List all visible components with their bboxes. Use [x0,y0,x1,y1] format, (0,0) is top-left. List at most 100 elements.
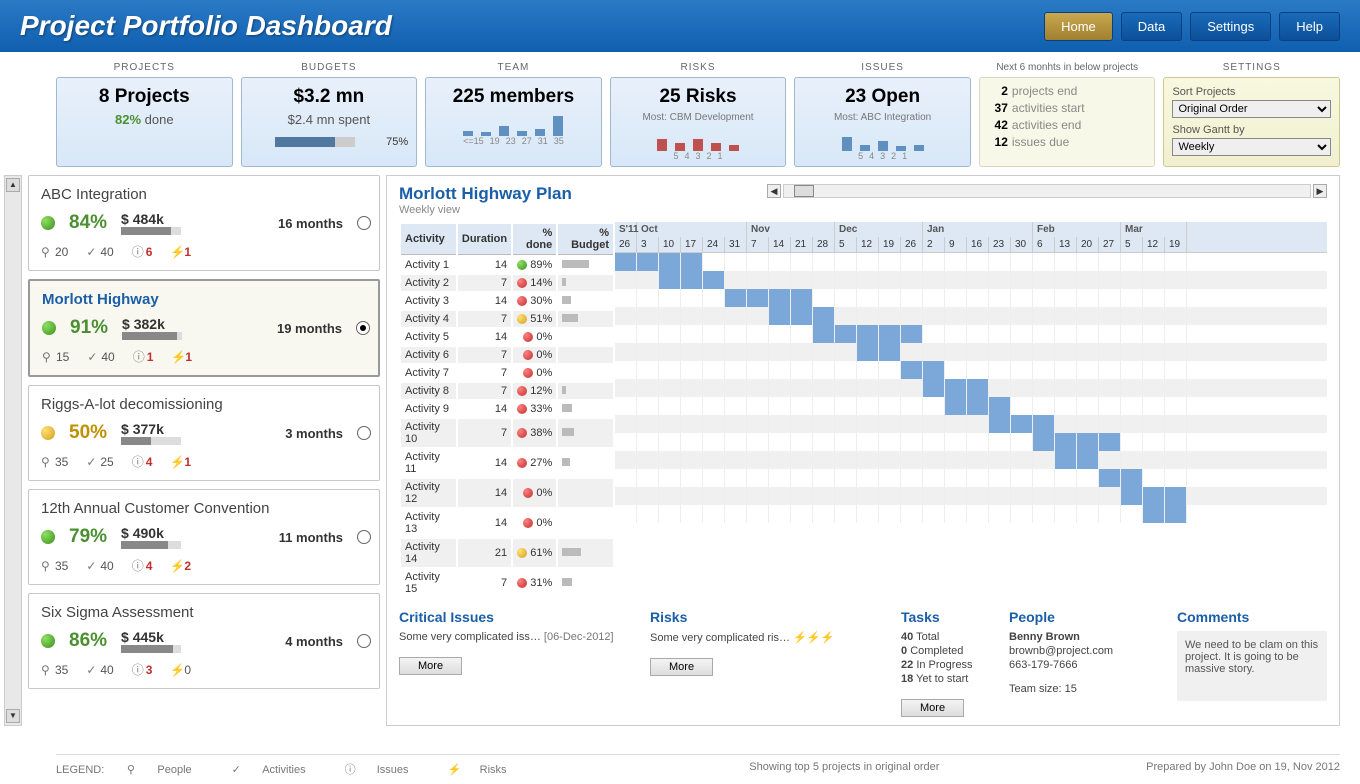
activity-row: Activity 1314 0% [401,509,613,537]
acts-stat: ✓40 [86,243,113,260]
activity-row: Activity 107 38% [401,419,613,447]
risks-chart [619,127,778,151]
project-card[interactable]: ABC Integration 84% $ 484k 16 months ⚲20… [28,175,380,271]
timeline-slider[interactable]: ◀ ▶ [767,184,1327,198]
budget-bar [121,645,181,653]
project-name: ABC Integration [41,186,367,203]
person-icon: ⚲ [125,763,136,776]
gantt-row [615,505,1327,523]
gantt-row [615,451,1327,469]
nav-data[interactable]: Data [1121,12,1182,41]
footer-center: Showing top 5 projects in original order [749,761,939,777]
team-label: TEAM [425,62,602,73]
activity-row: Activity 157 31% [401,569,613,597]
acts-stat: ✓40 [87,348,114,365]
project-budget: $ 484k [121,211,181,227]
project-card[interactable]: Morlott Highway 91% $ 382k 19 months ⚲15… [28,279,380,377]
risks-stat: ⚡1 [170,453,191,470]
activity-row: Activity 27 14% [401,275,613,291]
critical-more-button[interactable]: More [399,657,462,675]
project-name: 12th Annual Customer Convention [41,500,367,517]
scroll-down-icon[interactable]: ▼ [6,709,20,723]
gantt-row [615,271,1327,289]
settings-label: SETTINGS [1163,62,1340,73]
project-radio[interactable] [357,634,371,648]
nav-home[interactable]: Home [1044,12,1113,41]
acts-stat: ✓40 [86,557,113,574]
gantt-row [615,253,1327,271]
people-stat: ⚲35 [41,661,68,678]
activity-row: Activity 1214 0% [401,479,613,507]
risks-stat: ⚡2 [170,557,191,574]
project-radio[interactable] [357,530,371,544]
col-activity: Activity [401,224,456,255]
nav-settings[interactable]: Settings [1190,12,1271,41]
project-name: Riggs-A-lot decomissioning [41,396,367,413]
risks-card[interactable]: 25 Risks Most: CBM Development 54321 [610,77,787,167]
project-duration: 16 months [278,216,343,231]
activity-row: Activity 314 30% [401,293,613,309]
project-card[interactable]: 12th Annual Customer Convention 79% $ 49… [28,489,380,585]
settings-card: Sort Projects Original Order Show Gantt … [1163,77,1340,167]
project-pct: 91% [70,317,108,339]
topbar: Project Portfolio Dashboard Home Data Se… [0,0,1360,52]
project-name: Six Sigma Assessment [41,604,367,621]
activity-row: Activity 67 0% [401,347,613,363]
acts-stat: ✓40 [86,661,113,678]
detail-title: Morlott Highway Plan [399,184,572,204]
project-budget: $ 490k [121,525,181,541]
project-scrollbar[interactable]: ▲ ▼ [4,175,22,726]
issues-stat: ⓘ1 [133,348,154,365]
check-icon: ✓ [231,763,242,776]
nav-help[interactable]: Help [1279,12,1340,41]
team-value: 225 members [434,86,593,108]
status-dot [42,321,56,335]
project-radio[interactable] [357,426,371,440]
gantt-select[interactable]: Weekly [1172,138,1331,156]
issues-card[interactable]: 23 Open Most: ABC Integration 54321 [794,77,971,167]
tasks-more-button[interactable]: More [901,699,964,717]
slider-track[interactable] [783,184,1311,198]
slider-right-icon[interactable]: ▶ [1313,184,1327,198]
project-budget: $ 377k [121,421,181,437]
slider-left-icon[interactable]: ◀ [767,184,781,198]
project-card[interactable]: Six Sigma Assessment 86% $ 445k 4 months… [28,593,380,689]
scroll-up-icon[interactable]: ▲ [6,178,20,192]
footer-right: Prepared by John Doe on 19, Nov 2012 [1146,761,1340,777]
activity-row: Activity 914 33% [401,401,613,417]
project-pct: 79% [69,526,107,548]
project-budget: $ 445k [121,629,181,645]
issues-stat: ⓘ4 [132,557,153,574]
people-stat: ⚲35 [41,557,68,574]
sort-select[interactable]: Original Order [1172,100,1331,118]
people-stat: ⚲20 [41,243,68,260]
budget-bar [275,137,355,147]
people-section: People Benny Brown brownb@project.com 66… [1009,609,1159,717]
project-pct: 86% [69,630,107,652]
detail-sub: Weekly view [399,204,572,216]
team-card[interactable]: 225 members <=151923273135 [425,77,602,167]
status-dot [41,530,55,544]
col-done: % done [513,224,556,255]
col-budget: % Budget [558,224,613,255]
slider-thumb[interactable] [794,185,814,197]
project-radio[interactable] [357,216,371,230]
issues-label: ISSUES [794,62,971,73]
info-icon: ⓘ [345,761,356,777]
risks-more-button[interactable]: More [650,658,713,676]
gantt-chart: S'11OctNovDecJanFebMar 26310172431714212… [615,222,1327,599]
issues-stat: ⓘ4 [132,453,153,470]
activity-row: Activity 514 0% [401,329,613,345]
project-card[interactable]: Riggs-A-lot decomissioning 50% $ 377k 3 … [28,385,380,481]
activity-row: Activity 1114 27% [401,449,613,477]
next-card: 2projects end 37activities start 42activ… [979,77,1156,167]
activity-table: Activity Duration % done % Budget Activi… [399,222,615,599]
activity-row: Activity 1421 61% [401,539,613,567]
project-duration: 19 months [277,321,342,336]
risks-stat: ⚡1 [170,243,191,260]
project-duration: 11 months [279,530,343,545]
budgets-card[interactable]: $3.2 mn $2.4 mn spent 75% [241,77,418,167]
projects-card[interactable]: 8 Projects 82% done [56,77,233,167]
project-radio[interactable] [356,321,370,335]
risks-most: Most: CBM Development [619,112,778,123]
